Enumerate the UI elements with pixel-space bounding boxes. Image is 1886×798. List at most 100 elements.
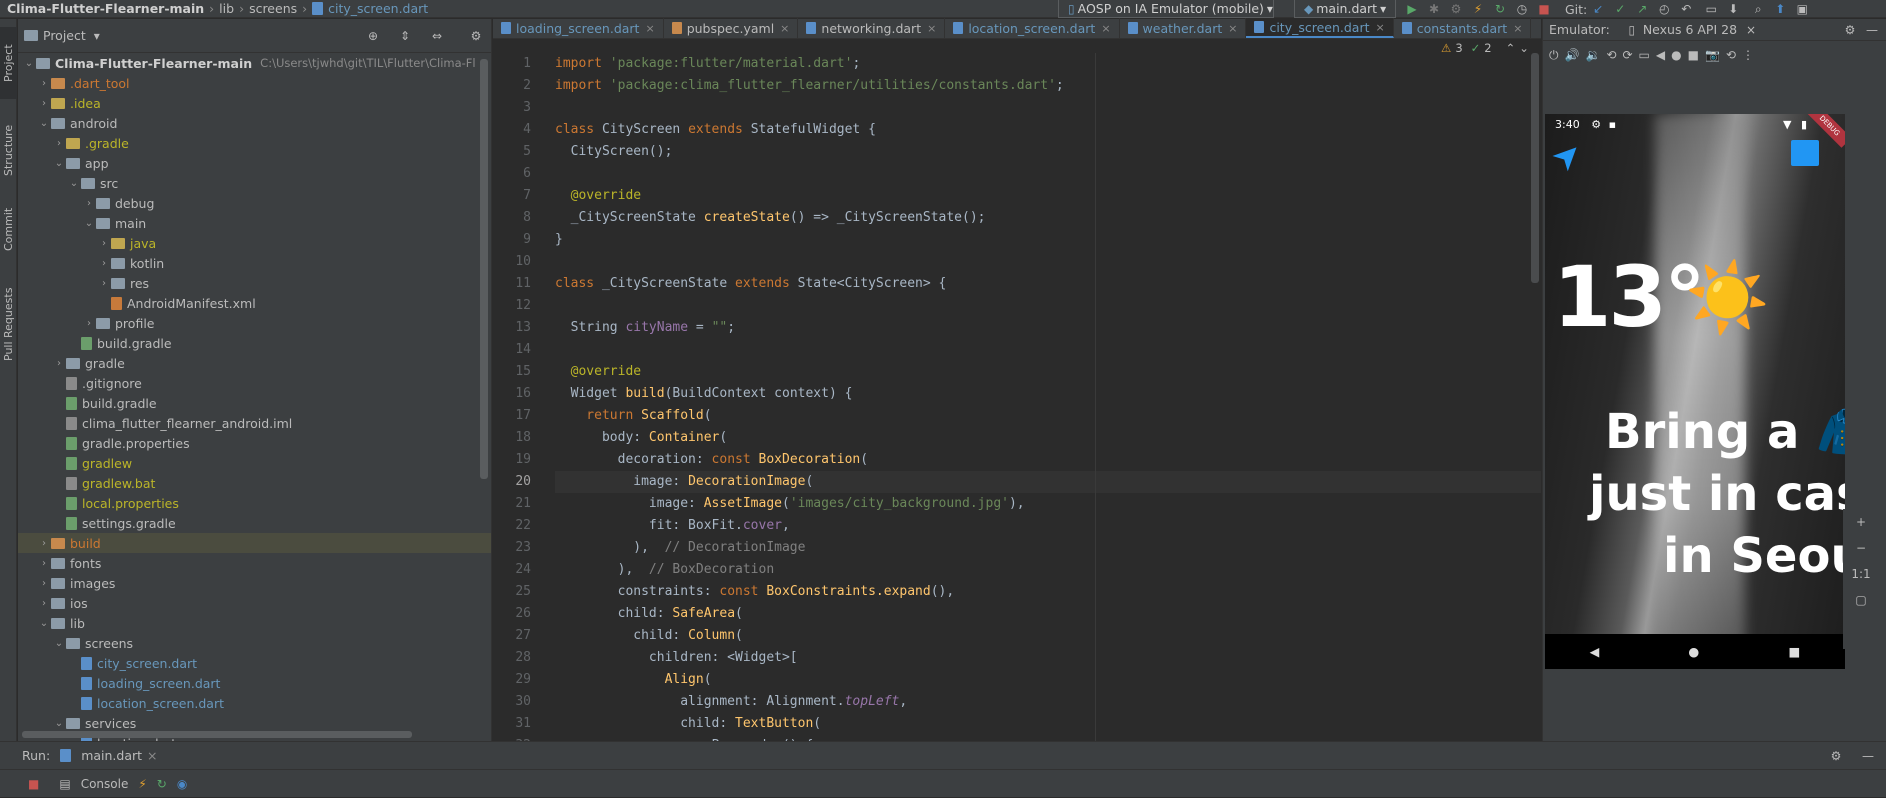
code-line[interactable]: import 'package:flutter/material.dart'; bbox=[555, 53, 1064, 75]
overview-icon[interactable]: ■ bbox=[1688, 48, 1699, 62]
code-line[interactable] bbox=[555, 97, 1064, 119]
chevron-down-icon[interactable]: ⌄ bbox=[52, 638, 66, 649]
code-line[interactable]: image: AssetImage('images/city_backgroun… bbox=[555, 493, 1064, 515]
chevron-down-icon[interactable]: ⌄ bbox=[37, 118, 51, 129]
tree-file[interactable]: gradle.properties bbox=[18, 433, 491, 453]
code-line[interactable]: return Scaffold( bbox=[555, 405, 1064, 427]
code-line[interactable]: Widget build(BuildContext context) { bbox=[555, 383, 1064, 405]
editor-tab[interactable]: networking.dart × bbox=[798, 18, 946, 38]
gear-icon[interactable]: ⚙ bbox=[1828, 748, 1844, 764]
chevron-down-icon[interactable]: ⌄ bbox=[82, 218, 96, 229]
rollback-icon[interactable]: ↶ bbox=[1678, 1, 1694, 17]
breadcrumb-screens[interactable]: screens bbox=[249, 1, 297, 16]
code-line[interactable] bbox=[555, 251, 1064, 273]
zoom-fit-icon[interactable]: ▢ bbox=[1855, 593, 1866, 607]
code-line[interactable]: constraints: const BoxConstraints.expand… bbox=[555, 581, 1064, 603]
code-line[interactable]: class _CityScreenState extends State<Cit… bbox=[555, 273, 1064, 295]
close-icon[interactable]: × bbox=[780, 22, 789, 35]
more-icon[interactable]: ⋮ bbox=[1742, 48, 1754, 62]
tool-tab-pull-requests[interactable]: Pull Requests bbox=[0, 277, 17, 372]
snapshot-icon[interactable]: ⟲ bbox=[1726, 48, 1736, 62]
screenshot-icon[interactable]: 📷 bbox=[1705, 48, 1720, 62]
chevron-right-icon[interactable]: › bbox=[37, 78, 51, 89]
debug-icon[interactable]: ✱ bbox=[1426, 1, 1442, 17]
code-line[interactable] bbox=[555, 295, 1064, 317]
volume-down-icon[interactable]: 🔉 bbox=[1585, 48, 1600, 62]
tree-file[interactable]: AndroidManifest.xml bbox=[18, 293, 491, 313]
code-line[interactable]: child: Column( bbox=[555, 625, 1064, 647]
git-commit-icon[interactable]: ✓ bbox=[1612, 1, 1628, 17]
tree-file[interactable]: local.properties bbox=[18, 493, 491, 513]
chevron-right-icon[interactable]: › bbox=[37, 538, 51, 549]
tree-folder[interactable]: › .idea bbox=[18, 93, 491, 113]
power-icon[interactable]: ⏻ bbox=[1549, 48, 1559, 63]
close-icon[interactable]: × bbox=[927, 22, 936, 35]
chevron-right-icon[interactable]: › bbox=[37, 598, 51, 609]
editor-tab[interactable]: loading_screen.dart × bbox=[493, 18, 664, 38]
tree-horizontal-scrollbar[interactable] bbox=[22, 731, 412, 738]
code-line[interactable]: fit: BoxFit.cover, bbox=[555, 515, 1064, 537]
attach-icon[interactable]: ⚙ bbox=[1448, 1, 1464, 17]
tree-folder[interactable]: ⌄ screens bbox=[18, 633, 491, 653]
zoom-in-icon[interactable]: + bbox=[1856, 515, 1866, 529]
tree-folder[interactable]: › images bbox=[18, 573, 491, 593]
editor-tab[interactable]: city_screen.dart × bbox=[1246, 18, 1394, 38]
collapse-all-icon[interactable]: ⇔ bbox=[429, 28, 445, 44]
chevron-down-icon[interactable]: ⌄ bbox=[67, 178, 81, 189]
chevron-down-icon[interactable]: ⌄ bbox=[37, 618, 51, 629]
tree-folder[interactable]: › kotlin bbox=[18, 253, 491, 273]
stop-icon[interactable]: ■ bbox=[1536, 1, 1552, 17]
tree-folder[interactable]: › java bbox=[18, 233, 491, 253]
tree-file[interactable]: clima_flutter_flearner_android.iml bbox=[18, 413, 491, 433]
search-icon[interactable]: ⌕ bbox=[1750, 1, 1766, 17]
tree-folder[interactable]: ⌄ main bbox=[18, 213, 491, 233]
tree-folder[interactable]: ⌄ lib bbox=[18, 613, 491, 633]
close-icon[interactable]: × bbox=[1228, 22, 1237, 35]
tree-folder[interactable]: › gradle bbox=[18, 353, 491, 373]
git-push-icon[interactable]: ↗ bbox=[1634, 1, 1650, 17]
hide-panel-icon[interactable]: — bbox=[1860, 748, 1876, 764]
tree-folder[interactable]: ⌄ Clima-Flutter-Flearner-main C:\Users\tjw… bbox=[18, 53, 491, 73]
tree-folder[interactable]: › res bbox=[18, 273, 491, 293]
fold-icon[interactable]: ▭ bbox=[1639, 48, 1650, 62]
window-icon[interactable]: ▣ bbox=[1794, 1, 1810, 17]
console-tab[interactable]: Console bbox=[81, 777, 129, 791]
tree-file[interactable]: loading_screen.dart bbox=[18, 673, 491, 693]
chevron-right-icon[interactable]: › bbox=[37, 558, 51, 569]
tree-file[interactable]: gradlew.bat bbox=[18, 473, 491, 493]
editor-tab[interactable]: location_screen.dart × bbox=[945, 18, 1120, 38]
tree-folder[interactable]: › .dart_tool bbox=[18, 73, 491, 93]
rotate-right-icon[interactable]: ⟳ bbox=[1622, 48, 1632, 62]
code-line[interactable]: String cityName = ""; bbox=[555, 317, 1064, 339]
sdk-manager-icon[interactable]: ⬇ bbox=[1725, 1, 1741, 17]
tool-tab-project[interactable]: Project bbox=[0, 27, 17, 99]
chevron-right-icon[interactable]: › bbox=[97, 258, 111, 269]
nav-back-icon[interactable]: ◀ bbox=[1590, 644, 1600, 659]
tool-tab-structure[interactable]: Structure bbox=[0, 114, 17, 186]
close-icon[interactable]: × bbox=[1101, 22, 1110, 35]
close-icon[interactable]: × bbox=[645, 22, 654, 35]
volume-up-icon[interactable]: 🔊 bbox=[1565, 48, 1580, 62]
tree-folder[interactable]: ⌄ app bbox=[18, 153, 491, 173]
close-icon[interactable]: × bbox=[147, 748, 157, 763]
breadcrumb-lib[interactable]: lib bbox=[219, 1, 234, 16]
tree-file[interactable]: build.gradle bbox=[18, 393, 491, 413]
device-selector[interactable]: ▯ AOSP on IA Emulator (mobile) ▾ bbox=[1058, 0, 1274, 18]
hot-restart-icon[interactable]: ↻ bbox=[157, 777, 167, 791]
chevron-right-icon[interactable]: › bbox=[82, 318, 96, 329]
profile-icon[interactable]: ◷ bbox=[1514, 1, 1530, 17]
run-target-tab[interactable]: main.dart × bbox=[60, 748, 158, 763]
chevron-right-icon[interactable]: › bbox=[52, 138, 66, 149]
devtools-icon[interactable]: ◉ bbox=[177, 777, 187, 791]
code-line[interactable]: class CityScreen extends StatefulWidget … bbox=[555, 119, 1064, 141]
zoom-out-icon[interactable]: − bbox=[1856, 541, 1866, 555]
tree-file[interactable]: location_screen.dart bbox=[18, 693, 491, 713]
gear-icon[interactable]: ⚙ bbox=[468, 28, 484, 44]
code-line[interactable] bbox=[555, 163, 1064, 185]
chevron-right-icon[interactable]: › bbox=[37, 578, 51, 589]
code-line[interactable]: } bbox=[555, 229, 1064, 251]
device-manager-icon[interactable]: ▭ bbox=[1703, 1, 1719, 17]
close-icon[interactable]: × bbox=[1376, 21, 1385, 34]
breadcrumb-project[interactable]: Clima-Flutter-Flearner-main bbox=[0, 1, 204, 16]
tree-file[interactable]: gradlew bbox=[18, 453, 491, 473]
